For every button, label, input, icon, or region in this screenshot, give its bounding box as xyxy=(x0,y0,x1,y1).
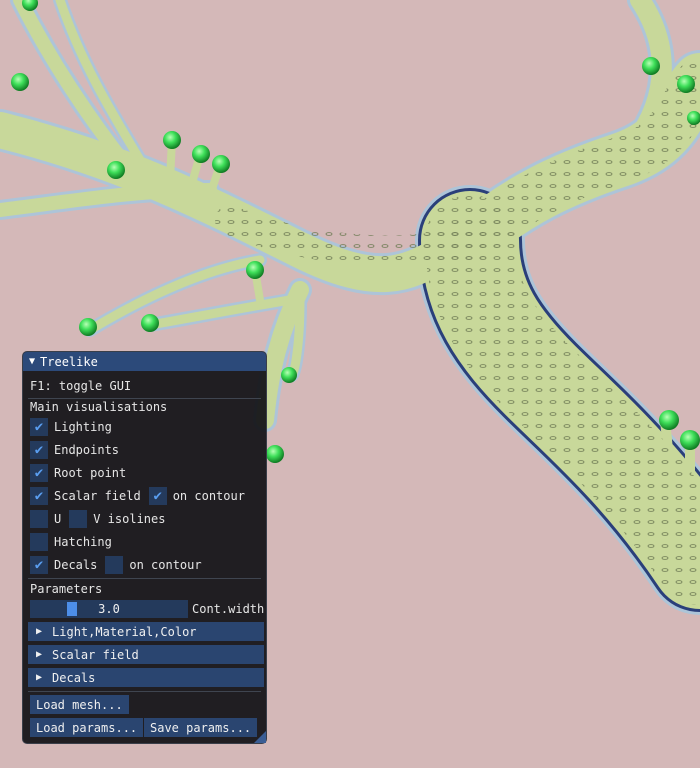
root-point-checkbox[interactable]: ✔ xyxy=(30,464,48,482)
scalar-on-contour-checkbox[interactable]: ✔ xyxy=(148,487,167,505)
parameters-heading-row: Parameters xyxy=(30,579,102,599)
cont-width-label: Cont.width xyxy=(192,602,265,616)
resize-grip[interactable] xyxy=(254,731,266,743)
main-vis-heading-row: Main visualisations xyxy=(30,397,167,417)
v-isolines-checkbox[interactable]: ✔ xyxy=(69,510,88,528)
checkmark-icon: ✔ xyxy=(34,442,44,458)
decals-on-contour-label: on contour xyxy=(129,558,202,572)
hatching-checkbox[interactable]: ✔ xyxy=(30,533,48,551)
load-params-button[interactable]: Load params... xyxy=(30,718,144,737)
light-material-color-label: Light,Material,Color xyxy=(52,624,197,639)
u-isolines-checkbox[interactable]: ✔ xyxy=(30,510,48,528)
expand-triangle-icon: ▶ xyxy=(36,672,43,683)
light-material-color-header[interactable]: ▶ Light,Material,Color xyxy=(28,622,264,641)
collapse-triangle-icon[interactable]: ▼ xyxy=(29,356,35,367)
root-point-label: Root point xyxy=(54,466,127,480)
main-vis-heading: Main visualisations xyxy=(30,400,168,414)
decals-row[interactable]: ✔ Decals ✔ on contour xyxy=(30,555,210,575)
decals-header-label: Decals xyxy=(52,670,96,685)
root-point-row[interactable]: ✔ Root point xyxy=(30,463,134,483)
divider xyxy=(28,691,261,692)
decals-on-contour-checkbox[interactable]: ✔ xyxy=(105,556,124,574)
scalar-field-header-label: Scalar field xyxy=(52,647,139,662)
u-isolines-label: U xyxy=(54,512,62,526)
scalar-field-checkbox[interactable]: ✔ xyxy=(30,487,48,505)
save-params-button[interactable]: Save params... xyxy=(144,718,258,737)
checkmark-icon: ✔ xyxy=(34,419,44,435)
checkmark-icon: ✔ xyxy=(34,465,44,481)
decals-label: Decals xyxy=(54,558,98,572)
panel-titlebar[interactable]: ▼ Treelike xyxy=(23,352,266,371)
load-mesh-button[interactable]: Load mesh... xyxy=(30,695,129,714)
hatching-label: Hatching xyxy=(54,535,112,549)
gui-hint-row: F1: toggle GUI xyxy=(30,376,131,396)
endpoints-checkbox[interactable]: ✔ xyxy=(30,441,48,459)
scalar-field-label: Scalar field xyxy=(54,489,141,503)
lighting-row[interactable]: ✔ Lighting xyxy=(30,417,120,437)
hatching-row[interactable]: ✔ Hatching xyxy=(30,532,120,552)
decals-checkbox[interactable]: ✔ xyxy=(30,556,48,574)
treelike-panel[interactable]: ▼ Treelike F1: toggle GUI Main visualisa… xyxy=(22,351,267,744)
expand-triangle-icon: ▶ xyxy=(36,626,43,637)
parameters-heading: Parameters xyxy=(30,582,103,596)
scalar-on-contour-label: on contour xyxy=(172,489,245,503)
gui-hint-text: F1: toggle GUI xyxy=(30,379,132,393)
panel-title: Treelike xyxy=(40,354,98,369)
lighting-checkbox[interactable]: ✔ xyxy=(30,418,48,436)
cont-width-row[interactable]: 3.0 Cont.width xyxy=(30,599,264,619)
checkmark-icon: ✔ xyxy=(34,557,44,573)
scalar-field-row[interactable]: ✔ Scalar field ✔ on contour xyxy=(30,486,253,506)
v-isolines-label: V isolines xyxy=(93,512,166,526)
decals-header[interactable]: ▶ Decals xyxy=(28,668,264,687)
scalar-field-header[interactable]: ▶ Scalar field xyxy=(28,645,264,664)
expand-triangle-icon: ▶ xyxy=(36,649,43,660)
lighting-label: Lighting xyxy=(54,420,112,434)
cont-width-value: 3.0 xyxy=(98,602,120,616)
checkmark-icon: ✔ xyxy=(153,488,162,504)
endpoints-label: Endpoints xyxy=(54,443,120,457)
cont-width-slider[interactable]: 3.0 xyxy=(30,600,188,618)
checkmark-icon: ✔ xyxy=(34,488,44,504)
isolines-row[interactable]: ✔ U ✔ V isolines xyxy=(30,509,173,529)
endpoints-row[interactable]: ✔ Endpoints xyxy=(30,440,127,460)
